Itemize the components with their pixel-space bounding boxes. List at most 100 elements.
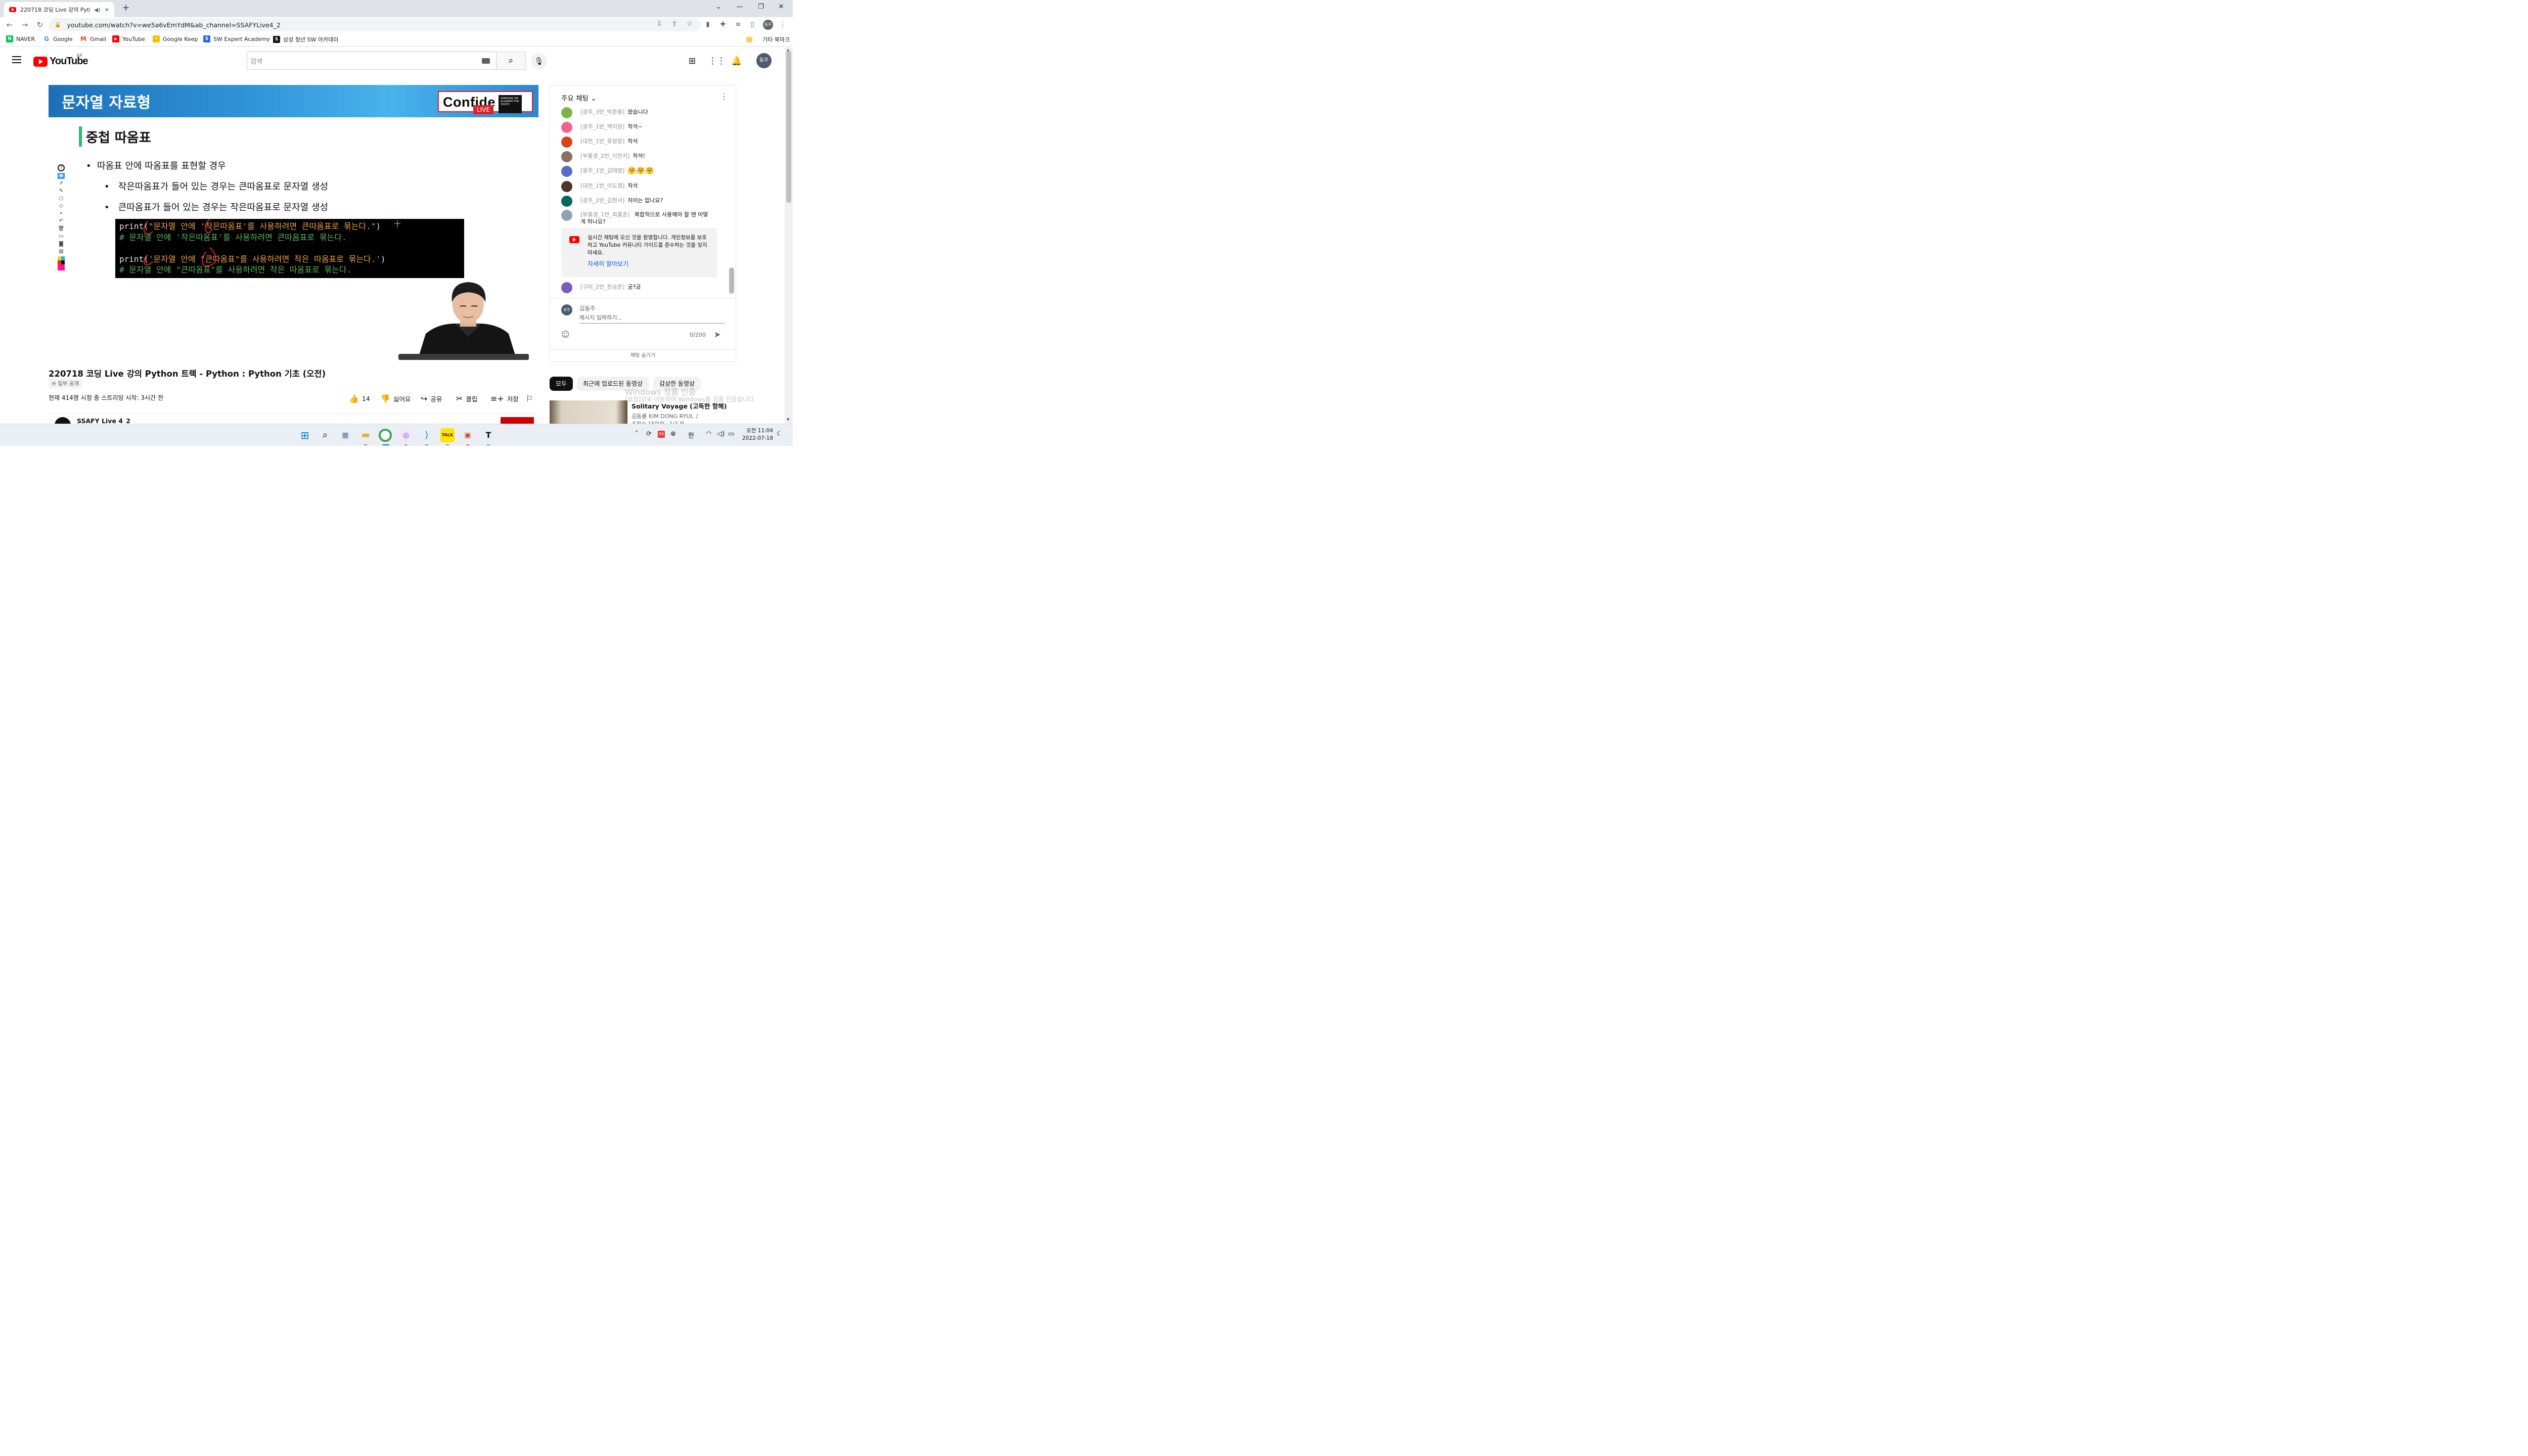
dot-icon[interactable]: • [58, 211, 65, 217]
eye-icon[interactable]: ◉ [58, 173, 65, 179]
chat-mode-dropdown[interactable]: 주요 채팅 ⌄ [561, 93, 597, 103]
tray-chevron-icon[interactable]: ˄ [635, 430, 639, 438]
chat-avatar[interactable] [561, 136, 572, 148]
install-icon[interactable]: ⇩ [654, 19, 664, 29]
camera-icon[interactable]: ◙ [58, 241, 65, 247]
save-button[interactable]: ≡+ 저장 [490, 394, 519, 403]
photos-icon[interactable]: ▦ [338, 428, 352, 442]
chat-author[interactable]: [광주_1반_김태영] [580, 167, 624, 174]
puzzle-icon[interactable]: ✚ [718, 20, 728, 30]
extension-icon[interactable]: ▮ [703, 20, 713, 30]
clock[interactable]: 오전 11:04 2022-07-18 [742, 427, 773, 442]
related-title[interactable]: Solitary Voyage (고독한 항해) [631, 401, 727, 411]
forward-button[interactable]: → [19, 19, 30, 30]
like-button[interactable]: 👍 14 [349, 394, 370, 403]
kakaotalk-icon[interactable]: TALK [440, 428, 455, 442]
search-icon[interactable]: ⌕ [318, 428, 332, 442]
bookmark-star-icon[interactable]: ☆ [685, 19, 695, 29]
browser-tab[interactable]: 220718 코딩 Live 강의 Python ◀) ✕ [4, 2, 114, 17]
chat-author[interactable]: [광주_1반_백지원] [580, 123, 624, 130]
chat-author[interactable]: [광주_3반_박준용] [580, 109, 624, 116]
notification-center-icon[interactable]: ☾ [777, 430, 783, 438]
reading-list-icon[interactable]: ≡ [733, 20, 743, 30]
tab-close-icon[interactable]: ✕ [105, 7, 109, 13]
chat-author[interactable]: [대전_1반_류원창] [580, 138, 624, 145]
notifications-bell-icon[interactable]: 🔔 [731, 55, 743, 67]
learn-more-link[interactable]: 자세히 알아보기 [588, 259, 628, 268]
bookmark-sw-expert-academy[interactable]: S SW Expert Academy [203, 35, 270, 42]
chat-avatar[interactable] [561, 210, 572, 221]
bookmark-gmail[interactable]: M Gmail [80, 35, 106, 42]
clip-button[interactable]: ✂ 클립 [456, 394, 477, 403]
clipboard-icon[interactable]: ▤ [58, 249, 65, 255]
voice-search-button[interactable]: 🎙 [531, 53, 547, 69]
chat-avatar[interactable] [561, 107, 572, 118]
wifi-icon[interactable]: ◠ [706, 430, 711, 438]
address-bar[interactable]: 🔒 youtube.com/watch?v=we5a6vEmYdM&ab_cha… [49, 18, 701, 31]
windows-start-icon[interactable]: ⊞ [298, 428, 312, 442]
menu-kebab-icon[interactable]: ⋮ [778, 20, 788, 30]
menu-icon[interactable] [12, 56, 21, 63]
send-icon[interactable]: ➤ [714, 330, 720, 339]
chat-avatar[interactable] [561, 181, 572, 192]
side-panel-icon[interactable]: ▯ [747, 20, 757, 30]
typora-icon[interactable]: T [481, 428, 495, 442]
speaker-icon[interactable]: ◀) [94, 7, 101, 13]
chat-author[interactable]: [부울경_2반_이은지] [580, 153, 629, 160]
tray-badge[interactable]: 56 [658, 431, 665, 438]
bookmark-google-keep[interactable]: • Google Keep [153, 35, 198, 42]
chat-more-icon[interactable]: ⋮ [720, 92, 728, 101]
chat-author[interactable]: [대전_1반_이도겸] [580, 183, 624, 190]
related-thumbnail[interactable] [550, 400, 627, 424]
chat-author[interactable]: [구미_2반_한승준] [580, 284, 624, 291]
new-tab-button[interactable]: + [120, 3, 131, 14]
scroll-down-icon[interactable]: ▼ [787, 418, 789, 422]
volume-icon[interactable]: ◁) [717, 430, 725, 438]
share-button[interactable]: ↪ 공유 [421, 394, 442, 403]
youtube-logo[interactable]: YouTube KR [33, 53, 88, 67]
dislike-button[interactable]: 👎 싫어요 [380, 394, 411, 403]
chat-avatar[interactable] [561, 196, 572, 207]
bookmark-ssafy[interactable]: S 삼성 청년 SW 아카데미 [273, 35, 338, 43]
page-scrollbar[interactable]: ▲ ▼ [785, 47, 793, 424]
trash-icon[interactable]: 🗑 [58, 226, 65, 232]
chat-avatar[interactable] [561, 166, 572, 177]
app-icon[interactable]: ◎ [399, 428, 413, 442]
pen-tool-icon[interactable]: ? [58, 164, 65, 171]
pencil-icon[interactable]: ✎ [58, 188, 65, 194]
circle-icon[interactable]: ○ [58, 196, 65, 202]
chip-all[interactable]: 모두 [550, 377, 573, 391]
related-author[interactable]: 김동률 KIM DONG RYUL ♪ [631, 412, 699, 420]
keyboard-icon[interactable] [482, 58, 490, 64]
share-icon[interactable]: ⇪ [669, 19, 680, 29]
minimize-button[interactable]: — [728, 0, 751, 15]
chat-avatar[interactable] [561, 151, 572, 162]
chrome-icon[interactable] [379, 429, 392, 442]
reload-button[interactable]: ↻ [34, 19, 46, 30]
search-input[interactable]: 검색 [247, 52, 496, 70]
hide-chat-button[interactable]: 채팅 숨기기 [550, 349, 736, 361]
chat-avatar[interactable] [561, 282, 572, 293]
chat-scrollbar[interactable] [729, 267, 734, 294]
close-window-button[interactable]: ✕ [770, 0, 793, 15]
chat-author[interactable]: [광주_2반_김현서] [580, 197, 624, 204]
profile-avatar[interactable]: 동주 [763, 20, 773, 30]
back-button[interactable]: ← [4, 19, 15, 30]
eraser-icon[interactable]: ◇ [58, 203, 65, 209]
vscode-icon[interactable]: ⟩ [420, 428, 434, 442]
file-explorer-icon[interactable]: ▬ [358, 428, 373, 442]
color-swatch[interactable] [58, 260, 65, 264]
account-avatar[interactable]: 동주 [756, 53, 772, 68]
powerpoint-icon[interactable]: ▣ [461, 428, 475, 442]
other-bookmarks[interactable]: 기타 북마크 [746, 35, 790, 43]
chat-avatar[interactable] [561, 122, 572, 133]
ime-indicator[interactable]: 한 [688, 430, 694, 440]
video-player[interactable]: 문자열 자료형 Confide al SAMSUNG SW ACADEMY FO… [49, 85, 538, 360]
chat-author[interactable]: [부울경_1반_최홍준] [580, 211, 629, 218]
tab-search-button[interactable]: ⌄ [707, 0, 730, 15]
bookmark-naver[interactable]: N NAVER [6, 35, 35, 42]
report-button[interactable]: ⚐ [526, 394, 533, 403]
chat-message-input[interactable]: 메시지 입력하기... [579, 313, 725, 324]
bookmark-youtube[interactable]: ▶ YouTube [112, 35, 145, 42]
screen-icon[interactable]: ▭ [58, 234, 65, 240]
